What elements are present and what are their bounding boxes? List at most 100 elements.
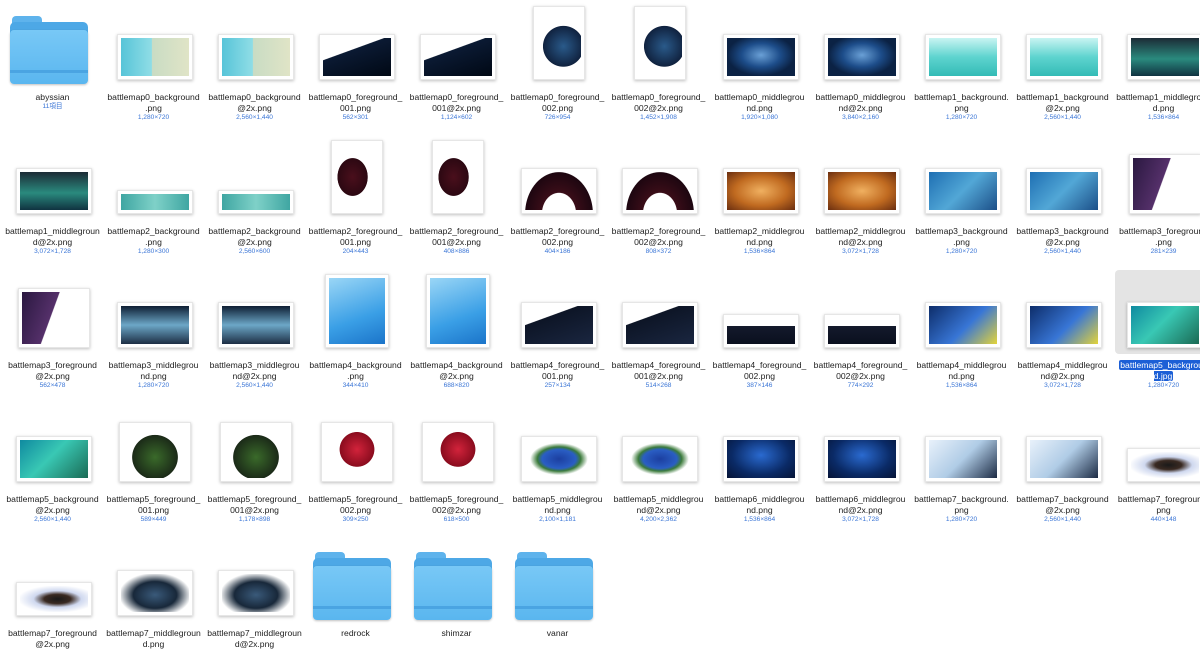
image-dimensions-label: 1,536×864: [743, 248, 776, 255]
file-item[interactable]: battlemap5_foreground_ 002@2x.png 618×500: [406, 402, 507, 536]
image-preview: [218, 570, 294, 616]
file-item[interactable]: battlemap1_middlegroun d@2x.png 3,072×1,7…: [2, 134, 103, 268]
file-thumbnail: [509, 2, 606, 86]
file-name-label: battlemap3_foreground .png: [1119, 226, 1200, 247]
file-item[interactable]: battlemap0_foreground_ 001.png 562×301: [305, 0, 406, 134]
image-dimensions-label: 2,560×1,440: [34, 516, 71, 523]
file-item[interactable]: battlemap2_background .png 1,280×300: [103, 134, 204, 268]
file-item[interactable]: battlemap4_middlegrou nd.png 1,536×864: [911, 268, 1012, 402]
image-dimensions-label: 1,452×1,908: [640, 114, 677, 121]
file-item[interactable]: battlemap5_foreground_ 002.png 309×250: [305, 402, 406, 536]
file-item[interactable]: battlemap3_foreground .png 281×239: [1113, 134, 1200, 268]
file-item[interactable]: battlemap2_foreground_ 001@2x.png 408×886: [406, 134, 507, 268]
file-thumbnail: [408, 270, 505, 354]
file-item[interactable]: battlemap1_background @2x.png 2,560×1,440: [1012, 0, 1113, 134]
file-item[interactable]: battlemap5_foreground_ 001@2x.png 1,178×8…: [204, 402, 305, 536]
image-dimensions-label: 2,560×1,440: [1044, 248, 1081, 255]
file-name-label: battlemap0_foreground_ 001@2x.png: [409, 92, 504, 113]
file-thumbnail: [206, 2, 303, 86]
image-dimensions-label: 1,280×300: [137, 248, 170, 255]
image-preview: [117, 190, 193, 214]
file-item[interactable]: battlemap5_backgroun d.jpg 1,280×720: [1113, 268, 1200, 402]
file-item[interactable]: battlemap2_background @2x.png 2,560×600: [204, 134, 305, 268]
file-item[interactable]: battlemap0_background @2x.png 2,560×1,440: [204, 0, 305, 134]
file-item[interactable]: battlemap6_middlegrou nd.png 1,536×864: [709, 402, 810, 536]
file-thumbnail: [610, 136, 707, 220]
image-preview: [925, 436, 1001, 482]
image-preview: [119, 422, 191, 482]
image-dimensions-label: 1,536×864: [743, 516, 776, 523]
file-item[interactable]: battlemap0_middlegrou nd@2x.png 3,840×2,1…: [810, 0, 911, 134]
file-item[interactable]: battlemap3_middlegrou nd@2x.png 2,560×1,4…: [204, 268, 305, 402]
file-item[interactable]: battlemap2_foreground_ 002.png 404×186: [507, 134, 608, 268]
file-item[interactable]: battlemap0_foreground_ 001@2x.png 1,124×6…: [406, 0, 507, 134]
image-preview: [634, 6, 686, 80]
file-thumbnail: [105, 404, 202, 488]
file-item[interactable]: battlemap3_background @2x.png 2,560×1,440: [1012, 134, 1113, 268]
file-name-label: battlemap2_foreground_ 001@2x.png: [409, 226, 504, 247]
file-item[interactable]: battlemap3_background .png 1,280×720: [911, 134, 1012, 268]
file-item[interactable]: battlemap0_middlegrou nd.png 1,920×1,080: [709, 0, 810, 134]
image-dimensions-label: 2,100×1,181: [539, 516, 576, 523]
file-item[interactable]: battlemap7_background. png 1,280×720: [911, 402, 1012, 536]
file-item[interactable]: battlemap3_middlegrou nd.png 1,280×720: [103, 268, 204, 402]
file-thumbnail: [307, 2, 404, 86]
file-name-label: battlemap4_background @2x.png: [410, 360, 503, 381]
image-preview: [824, 314, 900, 348]
folder-item[interactable]: abyssian 11項目: [2, 0, 103, 134]
finder-icon-grid[interactable]: abyssian 11項目 battlemap0_background .png 1,…: [0, 0, 1200, 649]
file-item[interactable]: battlemap5_background @2x.png 2,560×1,440: [2, 402, 103, 536]
file-item[interactable]: battlemap4_foreground_ 001.png 257×134: [507, 268, 608, 402]
image-preview: [420, 34, 496, 80]
image-dimensions-label: 3,072×1,728: [842, 248, 879, 255]
file-name-label: battlemap5_middlegrou nd@2x.png: [613, 494, 704, 515]
file-item[interactable]: battlemap5_foreground_ 001.png 589×449: [103, 402, 204, 536]
file-item[interactable]: battlemap4_background .png 344×410: [305, 268, 406, 402]
image-dimensions-label: 281×239: [1150, 248, 1177, 255]
file-item[interactable]: battlemap7_foreground. png 440×148: [1113, 402, 1200, 536]
file-name-label: battlemap1_background. png: [914, 92, 1009, 113]
image-dimensions-label: 2,560×1,440: [236, 382, 273, 389]
image-preview: [824, 436, 900, 482]
image-dimensions-label: 514×268: [645, 382, 672, 389]
image-dimensions-label: 3,072×1,728: [842, 516, 879, 523]
image-dimensions-label: 688×820: [443, 382, 470, 389]
file-item[interactable]: battlemap0_background .png 1,280×720: [103, 0, 204, 134]
folder-item[interactable]: shimzar: [406, 536, 507, 670]
file-item[interactable]: battlemap7_middlegroun d@2x.png: [204, 536, 305, 670]
folder-item[interactable]: vanar: [507, 536, 608, 670]
image-preview: [218, 302, 294, 348]
image-dimensions-label: 2,560×1,440: [236, 114, 273, 121]
image-dimensions-label: 726×954: [544, 114, 571, 121]
file-item[interactable]: battlemap2_foreground_ 001.png 204×443: [305, 134, 406, 268]
file-item[interactable]: battlemap1_background. png 1,280×720: [911, 0, 1012, 134]
folder-icon: [313, 552, 391, 620]
file-item[interactable]: battlemap5_middlegrou nd.png 2,100×1,181: [507, 402, 608, 536]
image-preview: [723, 436, 799, 482]
file-item[interactable]: battlemap4_foreground_ 001@2x.png 514×268: [608, 268, 709, 402]
file-item[interactable]: battlemap4_background @2x.png 688×820: [406, 268, 507, 402]
file-thumbnail: [307, 270, 404, 354]
file-thumbnail: [1115, 270, 1200, 354]
file-item[interactable]: battlemap1_middlegroun d.png1,536×864: [1113, 0, 1200, 134]
file-item[interactable]: battlemap6_middlegrou nd@2x.png 3,072×1,7…: [810, 402, 911, 536]
folder-item[interactable]: redrock: [305, 536, 406, 670]
file-item[interactable]: battlemap3_foreground @2x.png 562×478: [2, 268, 103, 402]
file-item[interactable]: battlemap2_middlegrou nd@2x.png 3,072×1,7…: [810, 134, 911, 268]
file-item[interactable]: battlemap2_middlegrou nd.png 1,536×864: [709, 134, 810, 268]
file-item[interactable]: battlemap0_foreground_ 002@2x.png 1,452×1…: [608, 0, 709, 134]
file-item[interactable]: battlemap4_foreground_ 002.png 387×146: [709, 268, 810, 402]
file-item[interactable]: battlemap5_middlegrou nd@2x.png 4,200×2,3…: [608, 402, 709, 536]
file-item[interactable]: battlemap7_middlegroun d.png: [103, 536, 204, 670]
file-item[interactable]: battlemap4_middlegrou nd@2x.png 3,072×1,7…: [1012, 268, 1113, 402]
image-preview: [622, 436, 698, 482]
image-preview: [925, 302, 1001, 348]
file-item[interactable]: battlemap4_foreground_ 002@2x.png 774×292: [810, 268, 911, 402]
file-item[interactable]: battlemap7_background @2x.png 2,560×1,440: [1012, 402, 1113, 536]
image-preview: [1026, 436, 1102, 482]
image-dimensions-label: 204×443: [342, 248, 369, 255]
file-item[interactable]: battlemap0_foreground_ 002.png 726×954: [507, 0, 608, 134]
file-item[interactable]: battlemap2_foreground_ 002@2x.png 808×372: [608, 134, 709, 268]
file-item[interactable]: battlemap7_foreground @2x.png: [2, 536, 103, 670]
file-thumbnail: [408, 404, 505, 488]
